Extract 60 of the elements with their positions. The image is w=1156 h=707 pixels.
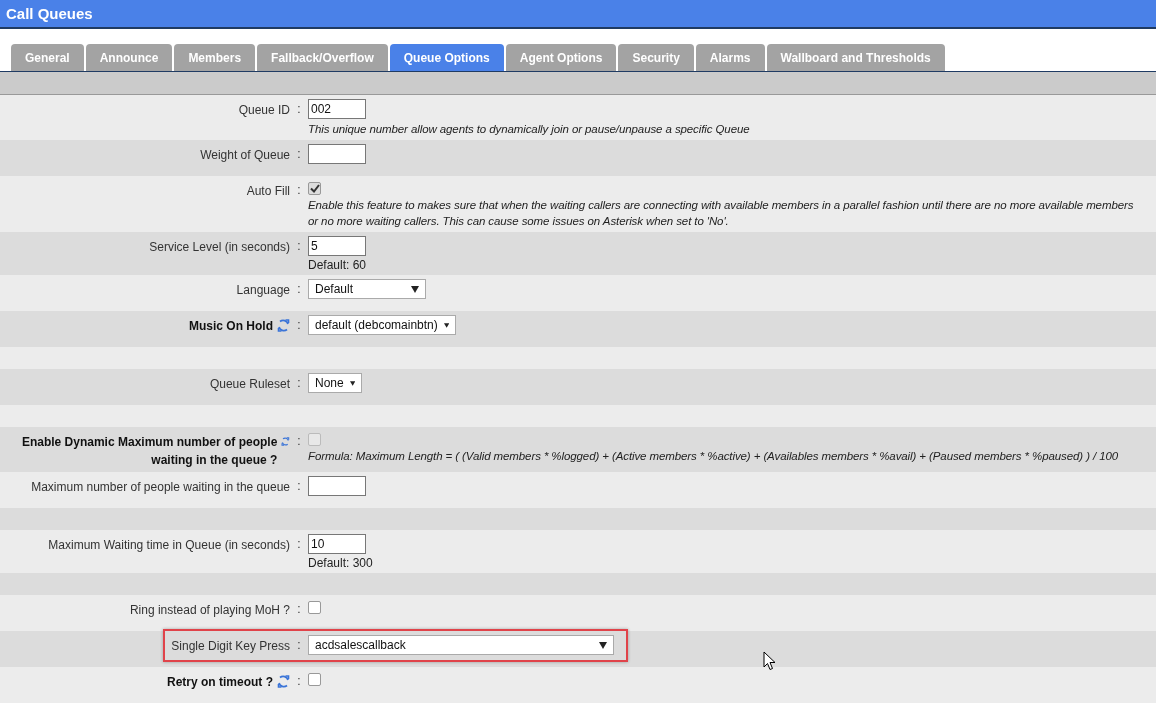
colon: :	[297, 183, 301, 198]
dropdown[interactable]: default (debcomainbtn)	[308, 315, 456, 336]
caret-icon	[599, 641, 607, 649]
field-label: Service Level (in seconds)	[149, 239, 290, 257]
help-text: This unique number allow agents to dynamically join or pause/unpause a specific Queue	[308, 122, 750, 137]
field-label: Queue Ruleset	[209, 376, 290, 394]
caret-icon	[443, 321, 449, 329]
caret-icon	[349, 379, 355, 387]
pointer-icon	[763, 651, 777, 671]
tab[interactable]: Announce	[85, 44, 173, 71]
tab[interactable]: Fallback/Overflow	[257, 44, 388, 71]
field-label: Enable Dynamic Maximum number of people waiting in the queue ?	[20, 434, 278, 469]
refresh-icon[interactable]	[277, 674, 290, 690]
field-label: Single Digit Key Press	[171, 638, 290, 656]
text-field[interactable]: 002	[308, 99, 366, 119]
colon: :	[297, 674, 301, 689]
field-label: Auto Fill	[246, 183, 290, 201]
colon: :	[297, 318, 301, 333]
tab[interactable]: Alarms	[695, 44, 765, 71]
caret-icon	[411, 285, 419, 293]
help-text: Formula: Maximum Length = ( (Valid members * %logged) + (Active members * %active) + (Availables members * %avail) + (Paused members * %paused) ) / 100	[308, 449, 1119, 465]
colon: :	[297, 479, 301, 494]
text-field[interactable]	[308, 476, 366, 497]
colon: :	[297, 376, 301, 391]
text-field[interactable]: 10	[308, 534, 366, 555]
tab[interactable]: Wallboard and Thresholds	[766, 44, 945, 71]
tab[interactable]: General	[11, 44, 84, 71]
text-field[interactable]	[308, 144, 366, 165]
colon: :	[297, 102, 301, 116]
default-note: Default: 300	[308, 556, 373, 571]
field-label: Ring instead of playing MoH ?	[129, 602, 290, 620]
colon: :	[297, 434, 301, 449]
field-label: Queue ID	[238, 102, 290, 119]
colon: :	[297, 239, 301, 254]
colon: :	[297, 282, 301, 297]
field-label: Maximum number of people waiting in the queue	[31, 479, 290, 497]
colon: :	[297, 147, 301, 162]
colon: :	[297, 602, 301, 617]
tab[interactable]: Queue Options	[389, 44, 504, 71]
text-field[interactable]: 5	[308, 236, 366, 257]
colon: :	[297, 537, 301, 552]
field-label: Weight of Queue	[200, 147, 290, 165]
dropdown[interactable]: acdsalescallback	[308, 635, 614, 656]
tab[interactable]: Security	[618, 44, 694, 71]
tab[interactable]: Agent Options	[505, 44, 617, 71]
help-text: Enable this feature to makes sure that when the waiting callers are connecting with available members in a parallel fashion until there are no more available members or no more waiting callers. This can cause some issues on Asterisk when set to 'No'.	[308, 198, 1135, 230]
field-label: Music On Hold	[189, 318, 273, 336]
refresh-icon[interactable]	[277, 318, 290, 334]
field-label: Retry on timeout ?	[167, 674, 273, 692]
window-title: Call Queues	[6, 5, 93, 22]
default-note: Default: 60	[308, 258, 367, 273]
tab[interactable]: Members	[174, 44, 256, 71]
checkbox[interactable]	[308, 182, 321, 196]
dropdown[interactable]: Default	[308, 279, 426, 300]
dropdown[interactable]: None	[308, 373, 362, 394]
checkbox[interactable]	[308, 673, 321, 687]
field-label: Language	[236, 282, 290, 300]
checkbox[interactable]	[308, 601, 321, 615]
field-label: Maximum Waiting time in Queue (in seconds)	[48, 537, 290, 555]
colon: :	[297, 638, 301, 653]
